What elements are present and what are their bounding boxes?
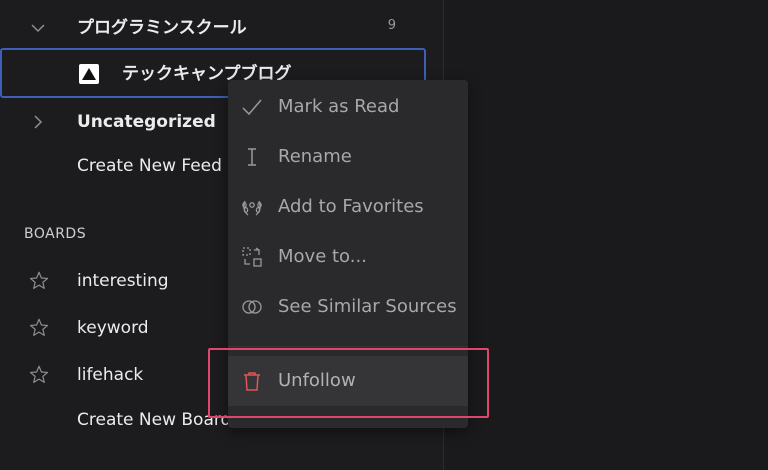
feed-category-programming[interactable]: プログラミンスクール 9 bbox=[0, 8, 444, 48]
menu-item-label: Mark as Read bbox=[278, 96, 400, 117]
menu-divider bbox=[228, 346, 468, 347]
menu-item-add-to-favorites[interactable]: Add to Favorites bbox=[228, 182, 468, 232]
laurel-icon bbox=[240, 195, 264, 219]
board-label: lifehack bbox=[77, 365, 144, 385]
checkmark-icon bbox=[240, 95, 264, 119]
menu-item-move-to[interactable]: Move to... bbox=[228, 232, 468, 282]
star-icon[interactable] bbox=[28, 317, 50, 339]
feed-category-label: Uncategorized bbox=[77, 112, 216, 132]
overlap-circles-icon bbox=[240, 295, 264, 319]
chevron-right-icon[interactable] bbox=[28, 112, 48, 132]
board-label: keyword bbox=[77, 318, 149, 338]
menu-item-label: Move to... bbox=[278, 246, 367, 267]
menu-item-see-similar-sources[interactable]: See Similar Sources bbox=[228, 282, 468, 332]
unread-count: 9 bbox=[387, 18, 396, 33]
board-label: interesting bbox=[77, 271, 169, 291]
menu-item-rename[interactable]: Rename bbox=[228, 132, 468, 182]
move-icon bbox=[240, 245, 264, 269]
create-new-feed-label: Create New Feed bbox=[77, 156, 222, 176]
menu-item-label: See Similar Sources bbox=[278, 296, 457, 317]
feed-category-label: プログラミンスクール bbox=[77, 18, 247, 38]
content-pane bbox=[445, 0, 768, 470]
chevron-down-icon[interactable] bbox=[28, 18, 48, 38]
menu-item-label: Add to Favorites bbox=[278, 196, 424, 217]
text-cursor-icon bbox=[240, 145, 264, 169]
annotation-highlight bbox=[208, 348, 489, 418]
boards-section-title: BOARDS bbox=[24, 226, 87, 242]
triangle-logo-icon bbox=[79, 64, 99, 84]
star-icon[interactable] bbox=[28, 364, 50, 386]
menu-item-mark-as-read[interactable]: Mark as Read bbox=[228, 82, 468, 132]
star-icon[interactable] bbox=[28, 270, 50, 292]
menu-item-label: Rename bbox=[278, 146, 352, 167]
